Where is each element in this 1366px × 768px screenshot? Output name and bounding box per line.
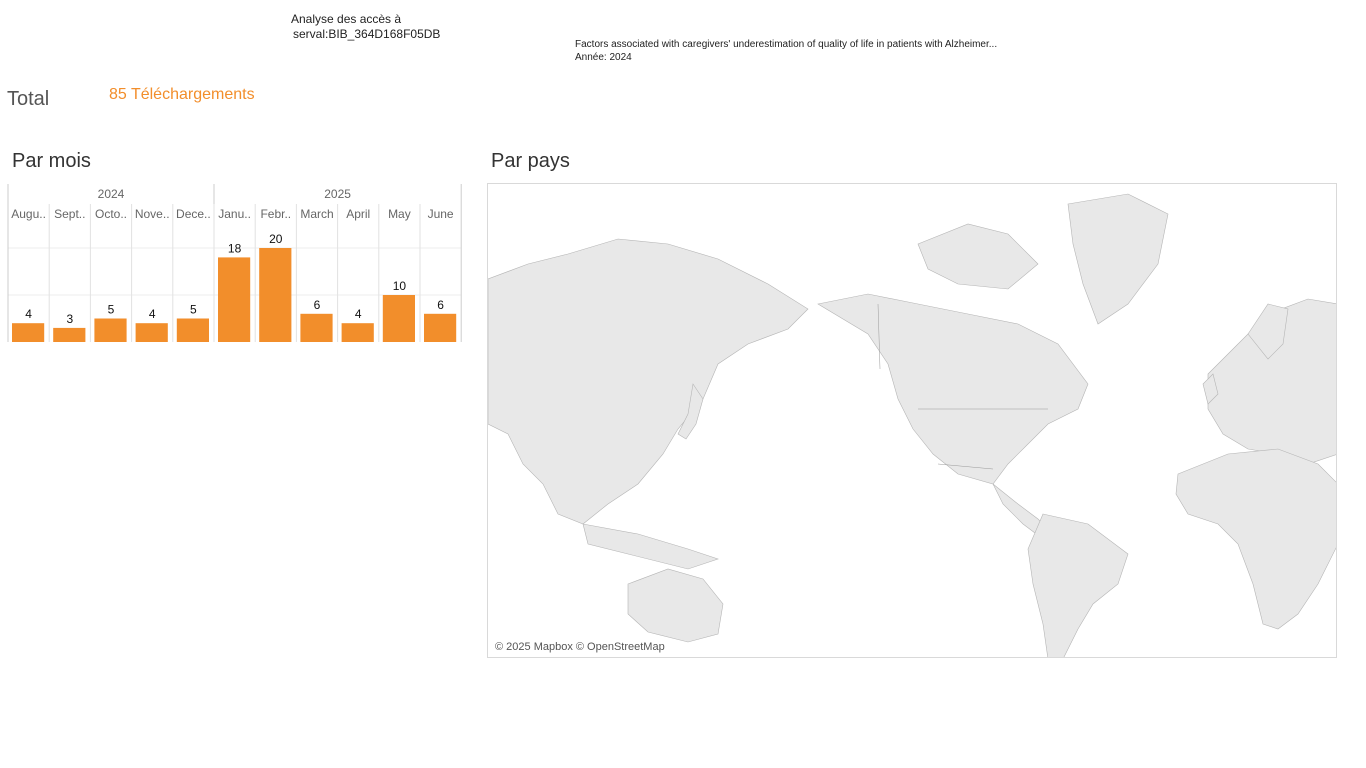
- bar-value-label: 5: [190, 303, 197, 317]
- bar-value-label: 6: [314, 298, 321, 312]
- bar[interactable]: [259, 248, 292, 342]
- dashboard-title: Analyse des accès à serval:BIB_364D168F0…: [291, 12, 440, 42]
- total-downloads-value: 85 Téléchargements: [109, 86, 255, 103]
- bar[interactable]: [12, 323, 45, 342]
- title-line-2: serval:BIB_364D168F05DB: [293, 27, 441, 41]
- by-country-title: Par pays: [491, 150, 570, 172]
- landmass-south-america: [1027, 513, 1129, 657]
- country-map[interactable]: © 2025 Mapbox © OpenStreetMap: [487, 183, 1337, 658]
- month-label: Janu..: [218, 207, 251, 221]
- bar[interactable]: [135, 323, 168, 342]
- year-header: 2025: [324, 187, 351, 201]
- month-label: Octo..: [95, 207, 127, 221]
- bar[interactable]: [53, 327, 86, 342]
- world-map-svg[interactable]: [488, 184, 1337, 658]
- bar[interactable]: [382, 295, 415, 342]
- month-label: Augu..: [11, 207, 46, 221]
- bar-value-label: 10: [393, 279, 407, 293]
- landmass-north-america: [817, 293, 1089, 485]
- map-attribution[interactable]: © 2025 Mapbox © OpenStreetMap: [495, 641, 665, 653]
- bar-value-label: 4: [25, 307, 32, 321]
- month-label: March: [300, 207, 333, 221]
- month-label: Dece..: [176, 207, 211, 221]
- bar[interactable]: [424, 313, 457, 342]
- bar[interactable]: [176, 318, 209, 343]
- publication-year: Année: 2024: [575, 52, 632, 63]
- bar[interactable]: [94, 318, 127, 343]
- bar-value-label: 4: [355, 307, 362, 321]
- landmass-africa: [1175, 448, 1336, 630]
- landmass-arctic-islands: [917, 223, 1039, 290]
- publication-info: Factors associated with caregivers' unde…: [575, 38, 997, 64]
- month-label: June: [428, 207, 454, 221]
- bar-value-label: 6: [437, 298, 444, 312]
- landmass-indonesia: [582, 523, 719, 570]
- monthly-downloads-chart[interactable]: 2024 2025 Augu.. 4 Sept.. 3 Octo.. 5 Nove.. 4 Dece…: [0, 180, 470, 350]
- landmass-asia: [488, 238, 809, 525]
- bar[interactable]: [341, 323, 374, 342]
- month-label: May: [388, 207, 411, 221]
- bar-value-label: 20: [269, 232, 283, 246]
- bar-value-label: 5: [108, 303, 115, 317]
- month-label: Nove..: [135, 207, 170, 221]
- bar[interactable]: [218, 257, 251, 342]
- bar[interactable]: [300, 313, 333, 342]
- landmass-greenland: [1067, 193, 1169, 325]
- publication-title: Factors associated with caregivers' unde…: [575, 39, 998, 50]
- year-header: 2024: [98, 187, 125, 201]
- by-month-title: Par mois: [12, 150, 91, 172]
- bar-value-label: 4: [149, 307, 156, 321]
- month-label: April: [346, 207, 370, 221]
- landmass-australia: [627, 568, 724, 643]
- bar-value-label: 18: [228, 241, 242, 255]
- month-label: Sept..: [54, 207, 85, 221]
- month-label: Febr..: [260, 207, 291, 221]
- bar-value-label: 3: [66, 312, 73, 326]
- total-label: Total: [7, 88, 50, 110]
- title-line-1: Analyse des accès à: [291, 12, 402, 26]
